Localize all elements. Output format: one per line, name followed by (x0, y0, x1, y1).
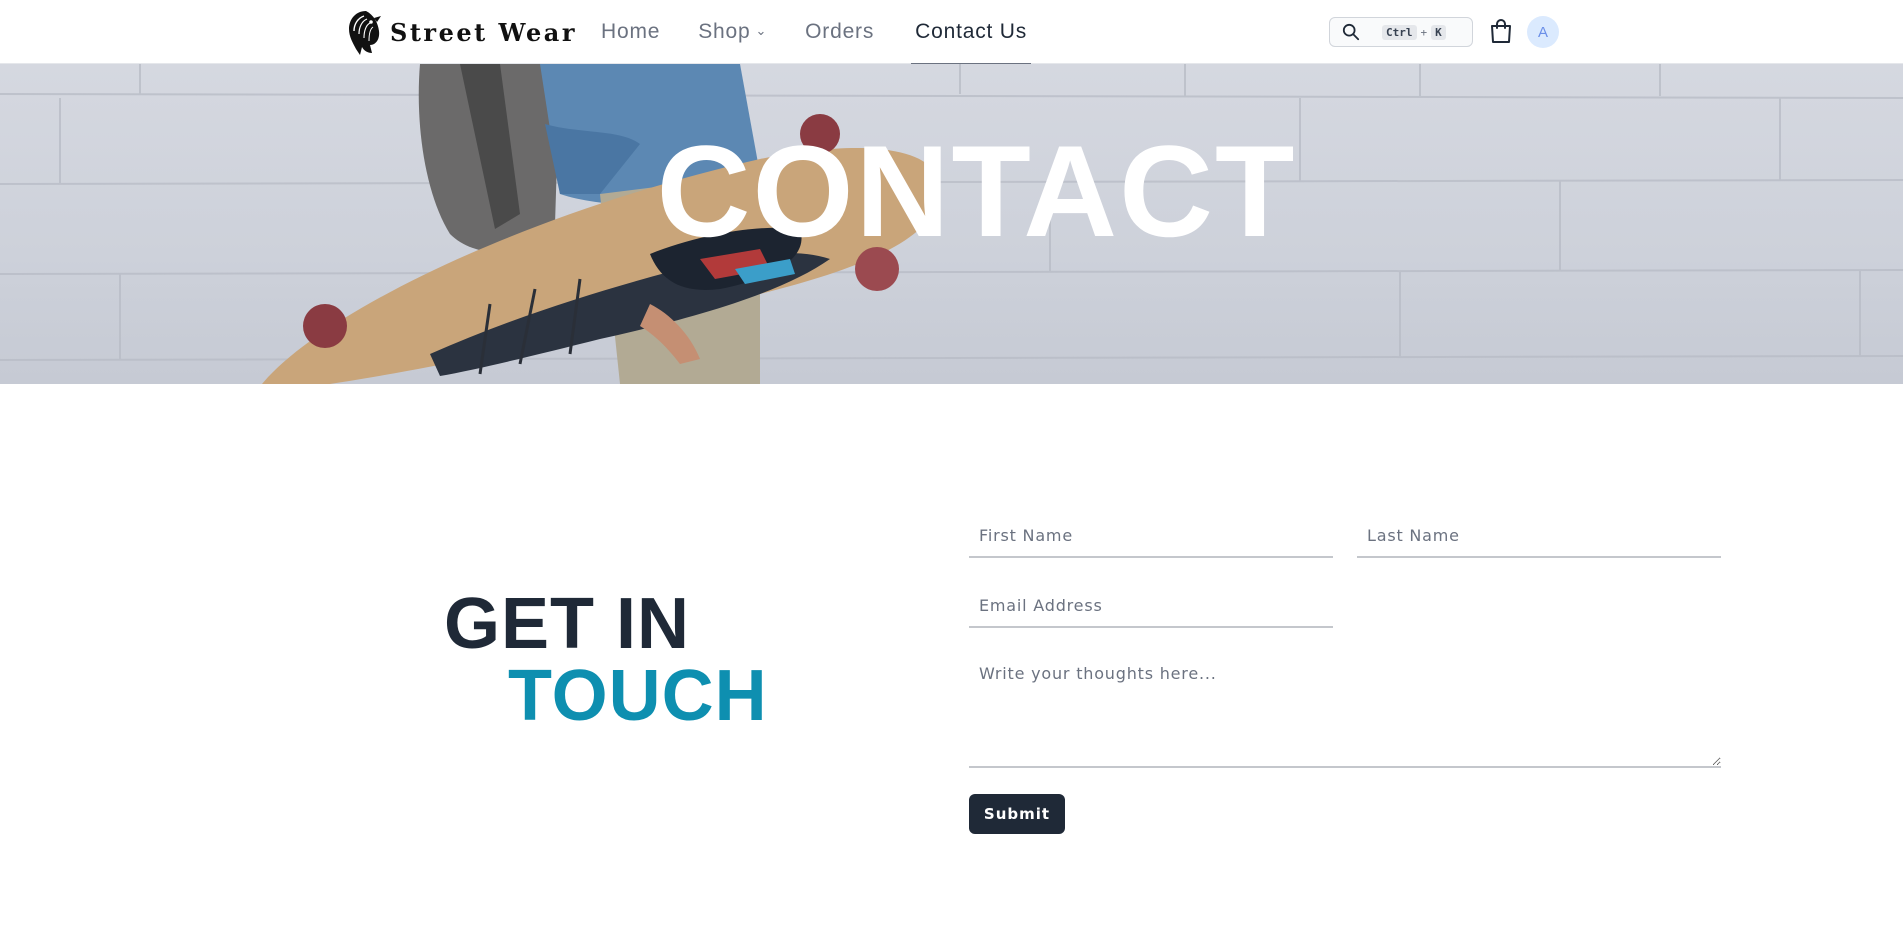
contact-heading: GET IN TOUCH (444, 588, 768, 732)
nav-shop[interactable]: Shop ⌄ (697, 0, 768, 64)
hero-banner: CONTACT (0, 64, 1903, 384)
site-header: Street Wear Home Shop ⌄ Orders Contact U… (0, 0, 1903, 65)
eagle-head-icon (349, 11, 381, 55)
heading-line-get-in: GET IN (444, 584, 691, 664)
chevron-down-icon: ⌄ (755, 23, 768, 38)
hero-title: CONTACT (656, 118, 1297, 264)
first-name-input[interactable] (969, 514, 1333, 558)
shortcut-key-ctrl: Ctrl (1382, 24, 1417, 40)
submit-button[interactable]: Submit (969, 794, 1065, 834)
nav-shop-label: Shop (698, 20, 751, 43)
shopping-bag-icon[interactable] (1489, 18, 1513, 44)
email-input[interactable] (969, 584, 1333, 628)
search-icon (1342, 23, 1360, 41)
heading-line-touch: TOUCH (508, 656, 768, 736)
nav-contact-us[interactable]: Contact Us (911, 0, 1031, 65)
nav-home-label: Home (601, 20, 661, 43)
brand-logo[interactable]: Street Wear (344, 6, 577, 58)
main-nav: Home Shop ⌄ Orders Contact Us (600, 0, 1067, 65)
nav-home[interactable]: Home (600, 0, 661, 64)
search-button[interactable]: Ctrl + K (1329, 17, 1473, 47)
last-name-input[interactable] (1357, 514, 1721, 558)
message-textarea[interactable] (969, 656, 1721, 768)
brand-name: Street Wear (390, 17, 578, 47)
user-avatar[interactable]: A (1527, 16, 1559, 48)
shortcut-plus: + (1420, 25, 1428, 39)
nav-orders[interactable]: Orders (804, 0, 875, 64)
nav-orders-label: Orders (805, 20, 875, 43)
nav-contact-us-label: Contact Us (915, 20, 1028, 43)
shortcut-key-k: K (1431, 24, 1446, 40)
search-shortcut: Ctrl + K (1382, 24, 1446, 40)
